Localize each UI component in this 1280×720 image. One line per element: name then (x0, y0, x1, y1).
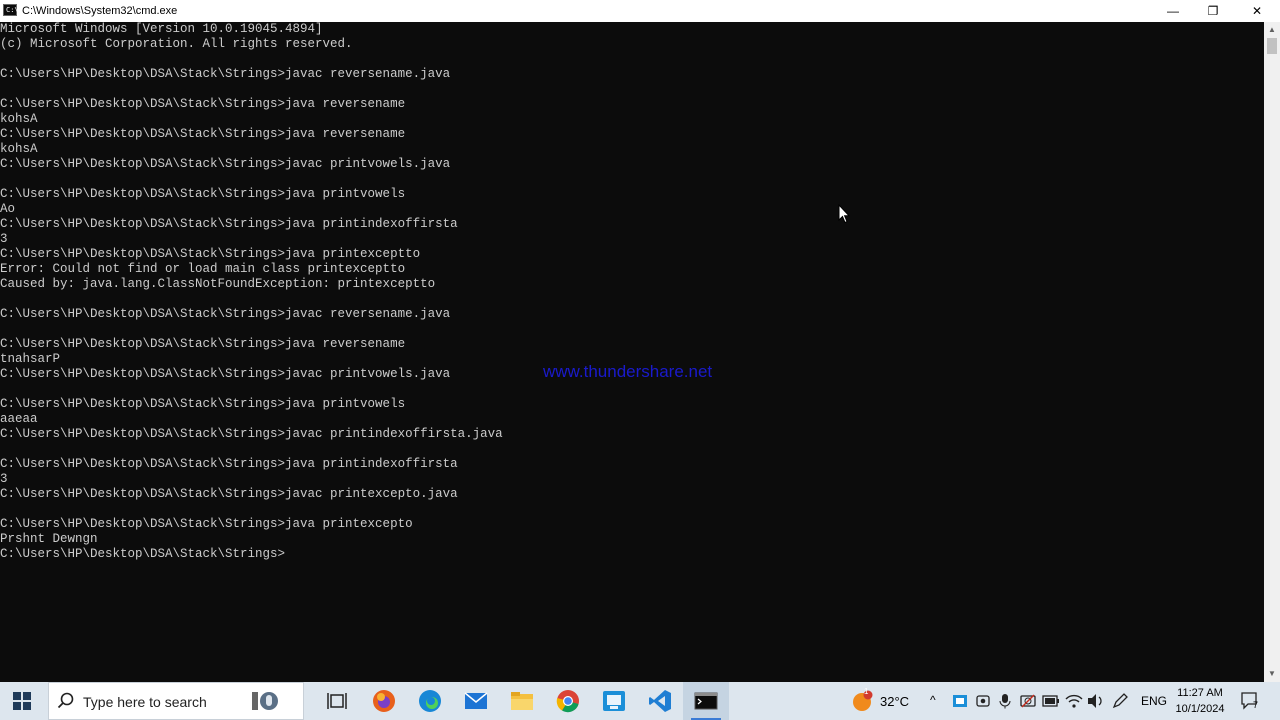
console-line: Error: Could not find or load main class… (0, 262, 406, 276)
battery-icon[interactable] (1042, 695, 1060, 707)
file-explorer-icon (511, 692, 533, 710)
console-line: C:\Users\HP\Desktop\DSA\Stack\Strings>ja… (0, 427, 503, 441)
cortana-mic-icon (252, 692, 278, 710)
taskbar-screen-recorder[interactable] (591, 682, 637, 720)
weather-temperature[interactable]: 32°C (880, 694, 909, 709)
console-line: C:\Users\HP\Desktop\DSA\Stack\Strings>ja… (0, 127, 406, 141)
console-text: Microsoft Windows [Version 10.0.19045.48… (0, 22, 1264, 562)
console-line: C:\Users\HP\Desktop\DSA\Stack\Strings>ja… (0, 337, 406, 351)
taskbar-edge[interactable] (407, 682, 453, 720)
recorder-tray-icon[interactable] (975, 693, 991, 709)
volume-icon[interactable] (1087, 693, 1105, 709)
restore-button[interactable]: ❐ (1190, 0, 1236, 22)
console-line: C:\Users\HP\Desktop\DSA\Stack\Strings>ja… (0, 307, 451, 321)
console-line: C:\Users\HP\Desktop\DSA\Stack\Strings>ja… (0, 67, 451, 81)
weather-badge: 1 (864, 687, 869, 696)
console-line: C:\Users\HP\Desktop\DSA\Stack\Strings>ja… (0, 487, 458, 501)
console-line: (c) Microsoft Corporation. All rights re… (0, 37, 353, 51)
firefox-icon (373, 690, 395, 712)
edge-icon (419, 690, 441, 712)
taskbar-search-box[interactable]: Type here to search (48, 682, 304, 720)
scroll-up-arrow-icon[interactable]: ▲ (1264, 22, 1280, 38)
language-indicator[interactable]: ENG (1141, 694, 1167, 708)
start-button[interactable] (0, 682, 44, 720)
console-line: 3 (0, 472, 8, 486)
console-line: C:\Users\HP\Desktop\DSA\Stack\Strings>ja… (0, 517, 413, 531)
console-line: Caused by: java.lang.ClassNotFoundExcept… (0, 277, 436, 291)
taskbar-cmd[interactable] (683, 682, 729, 720)
mouse-pointer-icon (838, 204, 850, 224)
console-line: C:\Users\HP\Desktop\DSA\Stack\Strings>ja… (0, 157, 451, 171)
show-hidden-icons-chevron-icon[interactable]: ^ (930, 693, 936, 707)
clock-date: 10/1/2024 (1175, 703, 1225, 715)
mail-icon (464, 692, 488, 709)
console-line: Ao (0, 202, 16, 216)
console-line: C:\Users\HP\Desktop\DSA\Stack\Strings>ja… (0, 457, 458, 471)
cmd-icon (694, 692, 718, 710)
console-line: C:\Users\HP\Desktop\DSA\Stack\Strings>ja… (0, 397, 406, 411)
close-button[interactable]: ✕ (1234, 0, 1280, 22)
window-titlebar[interactable]: C:\ C:\Windows\System32\cmd.exe — ❐ ✕ (0, 0, 1280, 22)
console-line: kohsA (0, 112, 38, 126)
console-line: C:\Users\HP\Desktop\DSA\Stack\Strings>ja… (0, 247, 421, 261)
vertical-scrollbar[interactable]: ▲ ▼ (1264, 22, 1280, 682)
scrollbar-thumb[interactable] (1267, 38, 1277, 54)
console-line: C:\Users\HP\Desktop\DSA\Stack\Strings>ja… (0, 187, 406, 201)
taskbar-file-explorer[interactable] (499, 682, 545, 720)
console-line: C:\Users\HP\Desktop\DSA\Stack\Strings> (0, 547, 286, 561)
task-view-icon (327, 693, 347, 709)
taskbar-firefox[interactable] (361, 682, 407, 720)
console-line: Prshnt Dewngn (0, 532, 98, 546)
search-placeholder: Type here to search (83, 694, 207, 710)
console-line: aaeaa (0, 412, 38, 426)
clock-time: 11:27 AM (1177, 687, 1223, 699)
weather-icon[interactable] (852, 690, 874, 712)
console-line: 3 (0, 232, 8, 246)
camera-blocked-icon[interactable] (1020, 693, 1036, 709)
taskbar-vscode[interactable] (637, 682, 683, 720)
watermark-text: www.thundershare.net (543, 362, 713, 381)
taskbar-clock[interactable]: 11:27 AM 10/1/2024 (1168, 685, 1232, 717)
tray-app-icon[interactable] (952, 693, 968, 709)
notification-count: 7 (1253, 700, 1259, 710)
taskbar-chrome[interactable] (545, 682, 591, 720)
scroll-down-arrow-icon[interactable]: ▼ (1264, 666, 1280, 682)
microphone-icon[interactable] (998, 693, 1012, 709)
taskbar-mail[interactable] (453, 682, 499, 720)
vscode-icon (649, 690, 671, 712)
console-output[interactable]: Microsoft Windows [Version 10.0.19045.48… (0, 22, 1264, 682)
chrome-icon (556, 690, 579, 713)
console-line: Microsoft Windows [Version 10.0.19045.48… (0, 22, 323, 36)
console-line: kohsA (0, 142, 38, 156)
pen-icon[interactable] (1112, 693, 1128, 709)
task-view-button[interactable] (314, 682, 360, 720)
screen-recorder-icon (603, 691, 625, 711)
windows-start-icon (13, 692, 31, 710)
taskbar: Type here to search 1 32°C ^ ENG 11:27 A… (0, 682, 1280, 720)
window-title: C:\Windows\System32\cmd.exe (22, 5, 178, 17)
wifi-icon[interactable] (1065, 693, 1083, 709)
console-line: C:\Users\HP\Desktop\DSA\Stack\Strings>ja… (0, 217, 458, 231)
cmd-window-icon: C:\ (3, 4, 19, 16)
search-icon (57, 692, 74, 709)
console-line: C:\Users\HP\Desktop\DSA\Stack\Strings>ja… (0, 97, 406, 111)
